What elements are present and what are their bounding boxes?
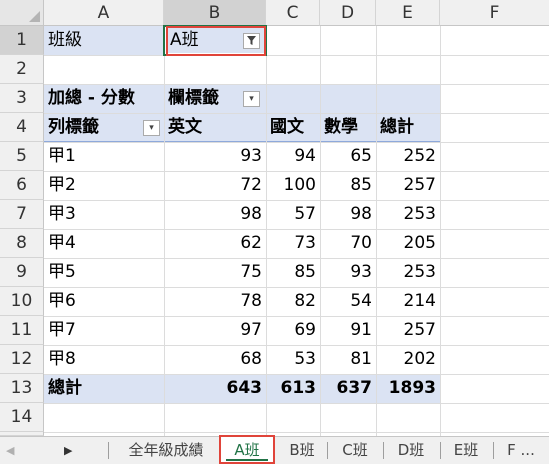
row-header-10[interactable]: 10	[0, 287, 44, 316]
cell-value[interactable]: 257	[376, 316, 440, 345]
grand-total-value[interactable]: 637	[320, 374, 376, 403]
tab-separator	[440, 442, 441, 459]
column-header-f[interactable]: F	[440, 0, 549, 26]
row-header-11[interactable]: 11	[0, 316, 44, 345]
header-math: 數學	[324, 117, 358, 137]
cell-value[interactable]: 98	[320, 200, 376, 229]
cell-value[interactable]: 85	[266, 258, 320, 287]
filter-funnel-icon[interactable]	[243, 33, 260, 49]
sheet-tab-b-class[interactable]: B班	[279, 436, 325, 464]
cell-value[interactable]: 252	[376, 142, 440, 171]
scroll-tabs-left-icon[interactable]: ◀	[6, 444, 14, 457]
sheet-tab-d-class[interactable]: D班	[386, 436, 436, 464]
gridline	[44, 55, 549, 56]
cell-value[interactable]: 62	[164, 229, 266, 258]
tab-separator	[493, 442, 494, 459]
cell-value[interactable]: 214	[376, 287, 440, 316]
sheet-tab-e-class[interactable]: E班	[443, 436, 489, 464]
pivot-data-label: 加總 - 分數	[48, 88, 135, 108]
active-tab-underline	[226, 459, 268, 461]
sheet-tab-more[interactable]: F ...	[496, 436, 546, 464]
cell-value[interactable]: 100	[266, 171, 320, 200]
row-name[interactable]: 甲2	[44, 171, 164, 200]
filter-label-cell[interactable]: 班級	[44, 26, 164, 55]
row-name[interactable]: 甲6	[44, 287, 164, 316]
row-name[interactable]: 甲4	[44, 229, 164, 258]
grand-total-value[interactable]: 643	[164, 374, 266, 403]
gridline	[44, 432, 549, 433]
row-header-1[interactable]: 1	[0, 26, 44, 55]
row-label-dropdown-icon[interactable]: ▾	[143, 120, 160, 136]
row-header-4[interactable]: 4	[0, 113, 44, 142]
cell-value[interactable]: 93	[164, 142, 266, 171]
pivot-row-label[interactable]: 列標籤	[44, 113, 144, 142]
column-header-c[interactable]: C	[266, 0, 320, 26]
column-header-b[interactable]: B	[164, 0, 266, 26]
row-header-9[interactable]: 9	[0, 258, 44, 287]
row-header-13[interactable]: 13	[0, 374, 44, 403]
cell-value[interactable]: 91	[320, 316, 376, 345]
cell-value[interactable]: 69	[266, 316, 320, 345]
cell-value[interactable]: 257	[376, 171, 440, 200]
cell-value[interactable]: 98	[164, 200, 266, 229]
cell-value[interactable]: 94	[266, 142, 320, 171]
grand-total-value[interactable]: 613	[266, 374, 320, 403]
cell-value[interactable]: 75	[164, 258, 266, 287]
header-chinese: 國文	[270, 117, 304, 137]
cell-value[interactable]: 253	[376, 258, 440, 287]
grand-total-label[interactable]: 總計	[44, 374, 164, 403]
sheet-tab-c-class[interactable]: C班	[330, 436, 380, 464]
cell-value[interactable]: 81	[320, 345, 376, 374]
row-header-5[interactable]: 5	[0, 142, 44, 171]
row-header-2[interactable]: 2	[0, 55, 44, 84]
grand-total-value[interactable]: 1893	[376, 374, 440, 403]
tab-separator	[327, 442, 328, 459]
cell-value[interactable]: 65	[320, 142, 376, 171]
scroll-tabs-right-icon[interactable]: ▶	[64, 444, 72, 457]
row-name[interactable]: 甲3	[44, 200, 164, 229]
column-header-e[interactable]: E	[376, 0, 440, 26]
row-name[interactable]: 甲5	[44, 258, 164, 287]
cell-value[interactable]: 57	[266, 200, 320, 229]
row-header-8[interactable]: 8	[0, 229, 44, 258]
cell-value[interactable]: 73	[266, 229, 320, 258]
pivot-col-label[interactable]: 欄標籤	[164, 84, 244, 113]
row-name[interactable]: 甲8	[44, 345, 164, 374]
cell-value[interactable]: 93	[320, 258, 376, 287]
row-header-3[interactable]: 3	[0, 84, 44, 113]
cell-value[interactable]: 78	[164, 287, 266, 316]
gridline	[44, 403, 549, 404]
tab-separator	[108, 442, 109, 459]
cell-value[interactable]: 68	[164, 345, 266, 374]
column-header-a[interactable]: A	[44, 0, 164, 26]
cell-value[interactable]: 205	[376, 229, 440, 258]
header-english: 英文	[168, 117, 202, 137]
row-header-12[interactable]: 12	[0, 345, 44, 374]
row-name[interactable]: 甲7	[44, 316, 164, 345]
cell-value[interactable]: 85	[320, 171, 376, 200]
row-header-14[interactable]: 14	[0, 403, 44, 432]
row-name[interactable]: 甲1	[44, 142, 164, 171]
cell-value[interactable]: 54	[320, 287, 376, 316]
cell-value[interactable]: 82	[266, 287, 320, 316]
cell-value[interactable]: 72	[164, 171, 266, 200]
col-label-dropdown-icon[interactable]: ▾	[243, 91, 260, 107]
cell-value[interactable]: 202	[376, 345, 440, 374]
tab-separator	[383, 442, 384, 459]
filter-value-cell[interactable]: A班	[166, 27, 226, 56]
cell-value[interactable]: 97	[164, 316, 266, 345]
cell-value[interactable]: 70	[320, 229, 376, 258]
column-header-d[interactable]: D	[320, 0, 376, 26]
row-header-6[interactable]: 6	[0, 171, 44, 200]
cell-value[interactable]: 53	[266, 345, 320, 374]
header-total: 總計	[380, 117, 414, 137]
row-header-7[interactable]: 7	[0, 200, 44, 229]
sheet-tab-all-grades[interactable]: 全年級成績	[116, 436, 216, 464]
select-all-corner[interactable]	[0, 0, 44, 26]
cell-value[interactable]: 253	[376, 200, 440, 229]
